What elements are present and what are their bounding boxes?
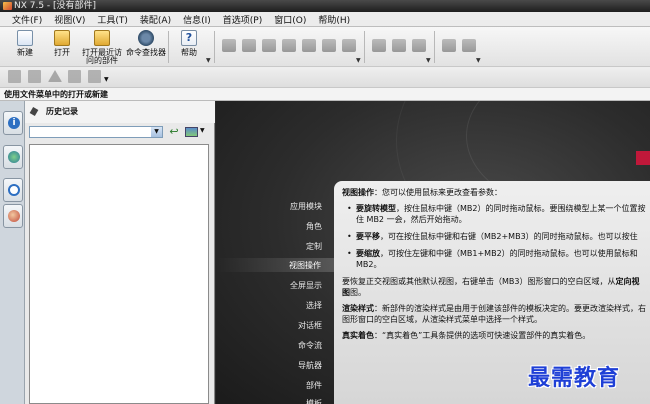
standard-toolbar: 新建 打开 打开最近访问的部件 命令查找器 ? 帮助 ▼ ▼ ▼ ▼ <box>0 27 650 67</box>
open-recent-label: 打开最近访问的部件 <box>82 48 122 65</box>
disabled-tool-icon[interactable] <box>242 39 256 52</box>
disabled-tool-icon[interactable] <box>322 39 336 52</box>
binoculars-icon <box>138 30 154 46</box>
globe-icon <box>8 151 20 163</box>
disabled-tool-icon[interactable] <box>302 39 316 52</box>
disabled-tool-icon[interactable] <box>262 39 276 52</box>
menu-file[interactable]: 文件(F) <box>6 13 48 26</box>
toolbar-separator <box>168 31 169 63</box>
cue-line-text: 使用文件菜单中的打开或新建 <box>4 90 108 99</box>
menu-bar: 文件(F) 视图(V) 工具(T) 装配(A) 信息(I) 首选项(P) 窗口(… <box>0 12 650 27</box>
open-button-label: 打开 <box>54 48 70 57</box>
history-panel-header: 历史记录 <box>25 101 215 123</box>
menu-help[interactable]: 帮助(H) <box>312 13 356 26</box>
window-title: NX 7.5 - [没有部件] <box>14 1 97 11</box>
resource-bar: i <box>0 101 25 404</box>
disabled-tool-icon[interactable] <box>88 70 101 83</box>
help-icon: ? <box>181 30 197 46</box>
disabled-tool-icon[interactable] <box>412 39 426 52</box>
chevron-down-icon: ▼ <box>200 127 205 134</box>
orient-paragraph: 要恢复正交视图或其他默认视图，右键单击（MB3）图形窗口的空白区域，从定向视图图… <box>342 277 640 297</box>
resource-tab-history[interactable] <box>3 178 23 202</box>
rotate-tip: 要旋转模型，按住鼠标中键（MB2）的同时拖动鼠标。要围绕模型上某一个位置按住 M… <box>342 203 646 225</box>
help-button[interactable]: ? 帮助 <box>170 29 208 65</box>
roles-icon <box>8 210 20 222</box>
menu-assemblies[interactable]: 装配(A) <box>134 13 177 26</box>
toolbar-options-arrow-icon[interactable]: ▼ <box>426 57 431 64</box>
true-shading-paragraph: 真实着色：“真实着色”工具条提供的选项可快速设置部件的真实着色。 <box>342 331 591 340</box>
back-arrow-icon[interactable]: ↩ <box>167 126 181 138</box>
welcome-item-view-manipulation[interactable]: 视图操作 <box>216 260 321 271</box>
welcome-item-templates[interactable]: 模板 <box>306 398 322 404</box>
welcome-item-roles[interactable]: 角色 <box>306 221 322 232</box>
toolbar-options-arrow-icon[interactable]: ▼ <box>104 76 109 83</box>
toolbar-options-arrow-icon[interactable]: ▼ <box>356 57 361 64</box>
disabled-tool-icon[interactable] <box>442 39 456 52</box>
welcome-item-navigators[interactable]: 导航器 <box>298 360 322 371</box>
picture-icon <box>185 127 198 137</box>
menu-tools[interactable]: 工具(T) <box>91 13 134 26</box>
welcome-item-selection[interactable]: 选择 <box>306 300 322 311</box>
resource-tab-roles[interactable] <box>3 204 23 228</box>
disabled-tool-icon[interactable] <box>222 39 236 52</box>
disabled-tool-icon[interactable] <box>372 39 386 52</box>
brand-mark <box>636 151 650 165</box>
recent-parts-icon <box>94 30 110 46</box>
disabled-tool-icon[interactable] <box>392 39 406 52</box>
new-button[interactable]: 新建 <box>6 29 44 65</box>
disabled-tool-icon[interactable] <box>8 70 21 83</box>
menu-view[interactable]: 视图(V) <box>48 13 91 26</box>
watermark: 最需教育 <box>528 365 621 391</box>
open-button[interactable]: 打开 <box>43 29 81 65</box>
command-finder-button[interactable]: 命令查找器 <box>126 29 166 65</box>
disabled-tool-icon[interactable] <box>342 39 356 52</box>
clock-icon <box>8 184 20 196</box>
new-file-icon <box>17 30 33 46</box>
toolbar-options-arrow-icon[interactable]: ▼ <box>206 57 211 64</box>
zoom-tip: 要缩放，可按住左键和中键（MB1+MB2）的同时拖动鼠标。也可以使用鼠标和 MB… <box>342 248 646 270</box>
welcome-item-full-screen[interactable]: 全屏显示 <box>290 280 322 291</box>
pan-tip: 要平移，可在按住鼠标中键和右键（MB2+MB3）的同时拖动鼠标。也可以按住 <box>342 231 646 242</box>
toolbar-separator <box>434 31 435 63</box>
info-icon: i <box>8 117 20 129</box>
resource-tab-web[interactable] <box>3 145 23 169</box>
graphics-window[interactable]: 应用模块 角色 定制 视图操作 全屏显示 选择 对话框 命令流 导航器 部件 模… <box>216 101 650 404</box>
menu-window[interactable]: 窗口(O) <box>268 13 312 26</box>
history-panel: 历史记录 ▼ ↩ ▼ <box>25 101 215 404</box>
secondary-toolbar: ▼ <box>0 67 650 88</box>
open-recent-button[interactable]: 打开最近访问的部件 <box>81 29 123 65</box>
command-finder-label: 命令查找器 <box>126 48 166 57</box>
nx-app-icon <box>3 2 12 10</box>
toolbar-separator <box>214 31 215 63</box>
welcome-item-applications[interactable]: 应用模块 <box>290 201 322 212</box>
welcome-item-customize[interactable]: 定制 <box>306 241 322 252</box>
disabled-tool-icon[interactable] <box>462 39 476 52</box>
welcome-item-dialogs[interactable]: 对话框 <box>298 320 322 331</box>
disabled-tool-icon[interactable] <box>282 39 296 52</box>
render-paragraph: 渲染样式：新部件的渲染样式是由用于创建该部件的模板决定的。要更改渲染样式，右图形… <box>342 304 646 324</box>
toolbar-options-arrow-icon[interactable]: ▼ <box>476 57 481 64</box>
history-title: 历史记录 <box>46 107 78 116</box>
help-button-label: 帮助 <box>181 48 197 57</box>
toolbar-separator <box>364 31 365 63</box>
welcome-item-parts[interactable]: 部件 <box>306 380 322 391</box>
disabled-tool-icon[interactable] <box>28 70 41 83</box>
cue-line: 使用文件菜单中的打开或新建 <box>0 88 650 101</box>
title-bar: NX 7.5 - [没有部件] <box>0 0 650 12</box>
welcome-item-command-flow[interactable]: 命令流 <box>298 340 322 351</box>
history-list[interactable] <box>29 144 209 404</box>
menu-preferences[interactable]: 首选项(P) <box>217 13 268 26</box>
intro-paragraph: 视图操作：您可以使用鼠标来更改查看参数： <box>342 188 502 197</box>
new-button-label: 新建 <box>17 48 33 57</box>
menu-information[interactable]: 信息(I) <box>177 13 217 26</box>
disabled-tool-icon[interactable] <box>68 70 81 83</box>
open-folder-icon <box>54 30 70 46</box>
history-filter-dropdown[interactable]: ▼ <box>29 126 163 138</box>
triangle-tool-icon[interactable] <box>48 70 62 82</box>
chevron-down-icon[interactable]: ▼ <box>151 127 162 137</box>
view-style-button[interactable]: ▼ <box>185 126 207 138</box>
pin-icon[interactable] <box>29 106 39 117</box>
resource-tab-info[interactable]: i <box>3 111 23 135</box>
